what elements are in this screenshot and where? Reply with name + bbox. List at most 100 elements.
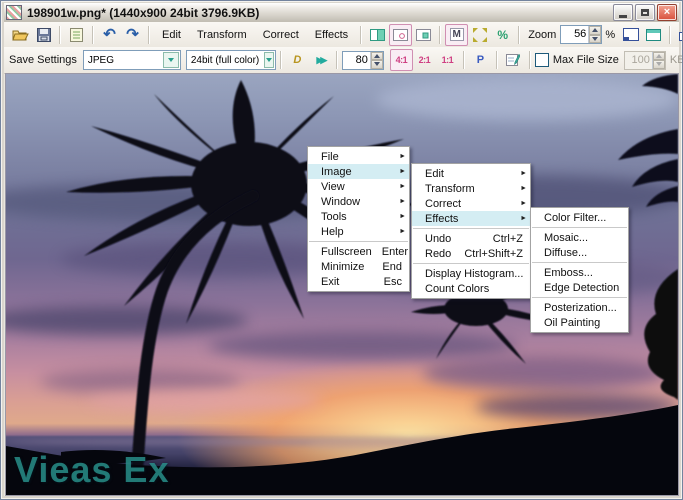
preview-window-button[interactable] <box>412 24 435 46</box>
menu-item-color-filter[interactable]: Color Filter... <box>531 210 628 225</box>
submenu-arrow-icon: ► <box>399 213 406 220</box>
menu-item-window[interactable]: Window► <box>308 194 409 209</box>
close-button[interactable]: × <box>657 4 677 21</box>
maximize-button[interactable] <box>635 4 655 21</box>
format-dropdown-button[interactable] <box>163 52 179 68</box>
new-window-button[interactable] <box>642 24 665 46</box>
subsampling-2-1-button[interactable]: 2:1 <box>413 49 436 71</box>
menu-separator <box>532 227 627 228</box>
menu-item-help[interactable]: Help► <box>308 224 409 239</box>
depth-dropdown-button[interactable] <box>264 52 274 68</box>
menu-item-minimize[interactable]: MinimizeEnd <box>308 259 409 274</box>
undo-icon: ↶ <box>103 28 116 42</box>
menu-item-fullscreen[interactable]: FullscreenEnter <box>308 244 409 259</box>
undo-button[interactable]: ↶ <box>98 24 121 46</box>
toolbar-separator <box>148 26 150 44</box>
menu-item-label: Edge Detection <box>544 282 619 294</box>
menu-item-posterization[interactable]: Posterization... <box>531 300 628 315</box>
menu-item-oil-painting[interactable]: Oil Painting <box>531 315 628 330</box>
percent-icon: % <box>497 28 508 42</box>
color-depth-select[interactable]: 24bit (full color) <box>186 50 276 70</box>
toolbar-separator <box>439 26 441 44</box>
menu-item-view[interactable]: View► <box>308 179 409 194</box>
menu-item-redo[interactable]: RedoCtrl+Shift+Z <box>412 246 530 261</box>
fast-forward-icon: ▶▶ <box>316 55 324 66</box>
save-button[interactable] <box>32 24 55 46</box>
image-submenu: Edit► Transform► Correct► Effects► UndoC… <box>411 163 531 299</box>
menu-item-label: Color Filter... <box>544 212 606 224</box>
menu-item-file[interactable]: File► <box>308 149 409 164</box>
menu-item-label: Emboss... <box>544 267 593 279</box>
menu-item-image[interactable]: Image► <box>308 164 409 179</box>
menu-item-tools[interactable]: Tools► <box>308 209 409 224</box>
quality-spinner[interactable]: 80 <box>342 51 384 70</box>
subsampling-4-1-button[interactable]: 4:1 <box>390 49 413 71</box>
m-icon: M <box>450 28 464 41</box>
zoom-spinner[interactable]: 56 <box>560 25 602 44</box>
menu-item-emboss[interactable]: Emboss... <box>531 265 628 280</box>
window-p-icon <box>416 29 431 41</box>
toolbar-separator <box>463 51 465 69</box>
max-file-size-checkbox[interactable] <box>535 53 549 67</box>
open-button[interactable] <box>9 24 32 46</box>
fit-arrows-icon <box>473 28 487 42</box>
color-depth-value: 24bit (full color) <box>187 55 263 66</box>
magnify-toggle-button[interactable]: M <box>445 24 468 46</box>
menu-button-effects[interactable]: Effects <box>307 25 356 45</box>
menu-item-edge-detection[interactable]: Edge Detection <box>531 280 628 295</box>
menu-button-transform[interactable]: Transform <box>189 25 255 45</box>
progressive-button[interactable]: P <box>469 49 492 71</box>
fit-to-window-button[interactable] <box>468 24 491 46</box>
toolbar-separator <box>529 51 531 69</box>
submenu-arrow-icon: ► <box>399 153 406 160</box>
redo-button[interactable]: ↷ <box>121 24 144 46</box>
quality-down-button[interactable] <box>371 60 383 69</box>
cascade-icon <box>679 28 683 41</box>
menu-item-label: Posterization... <box>544 302 617 314</box>
folder-open-icon <box>12 28 29 41</box>
edit-metadata-button[interactable] <box>502 49 525 71</box>
settings-panel-button[interactable] <box>65 24 88 46</box>
menu-item-undo[interactable]: UndoCtrl+Z <box>412 231 530 246</box>
menu-item-diffuse[interactable]: Diffuse... <box>531 245 628 260</box>
menu-item-correct[interactable]: Correct► <box>412 196 530 211</box>
maximize-icon <box>641 9 649 16</box>
menu-item-label: Help <box>321 226 344 238</box>
menu-separator <box>532 297 627 298</box>
save-settings-toolbar: Save Settings JPEG 24bit (full color) D … <box>4 47 679 74</box>
menu-item-label: Undo <box>425 233 451 245</box>
quality-up-button[interactable] <box>371 52 383 61</box>
menu-item-exit[interactable]: ExitEsc <box>308 274 409 289</box>
overview-window-button[interactable] <box>389 24 412 46</box>
actual-size-button[interactable]: % <box>491 24 514 46</box>
menu-button-correct[interactable]: Correct <box>255 25 307 45</box>
zoom-down-button[interactable] <box>589 35 601 44</box>
format-select[interactable]: JPEG <box>83 50 181 70</box>
toolbar-separator <box>360 26 362 44</box>
zoom-up-button[interactable] <box>589 26 601 35</box>
window-title: 198901w.png* (1440x900 24bit 3796.9KB) <box>27 6 611 20</box>
menu-item-count-colors[interactable]: Count Colors <box>412 281 530 296</box>
menu-button-edit[interactable]: Edit <box>154 25 189 45</box>
menu-item-mosaic[interactable]: Mosaic... <box>531 230 628 245</box>
menu-item-transform[interactable]: Transform► <box>412 181 530 196</box>
cascade-windows-button[interactable] <box>675 24 683 46</box>
menu-item-effects[interactable]: Effects► <box>412 211 530 226</box>
quick-save-button[interactable]: ▶▶ <box>309 49 332 71</box>
menu-item-edit[interactable]: Edit► <box>412 166 530 181</box>
default-settings-button[interactable]: D <box>286 49 309 71</box>
menu-separator <box>413 263 529 264</box>
menu-separator <box>532 262 627 263</box>
subsampling-1-1-button[interactable]: 1:1 <box>436 49 459 71</box>
submenu-arrow-icon: ► <box>399 183 406 190</box>
menu-item-label: Fullscreen <box>321 246 372 258</box>
menu-separator <box>309 241 408 242</box>
title-bar[interactable]: 198901w.png* (1440x900 24bit 3796.9KB) × <box>4 3 679 23</box>
fullscreen-view-button[interactable] <box>619 24 642 46</box>
effects-submenu: Color Filter... Mosaic... Diffuse... Emb… <box>530 207 629 333</box>
size-down-button <box>653 60 665 69</box>
menu-item-display-histogram[interactable]: Display Histogram... <box>412 266 530 281</box>
split-view-button[interactable] <box>366 24 389 46</box>
toolbar-separator <box>280 51 282 69</box>
minimize-button[interactable] <box>613 4 633 21</box>
